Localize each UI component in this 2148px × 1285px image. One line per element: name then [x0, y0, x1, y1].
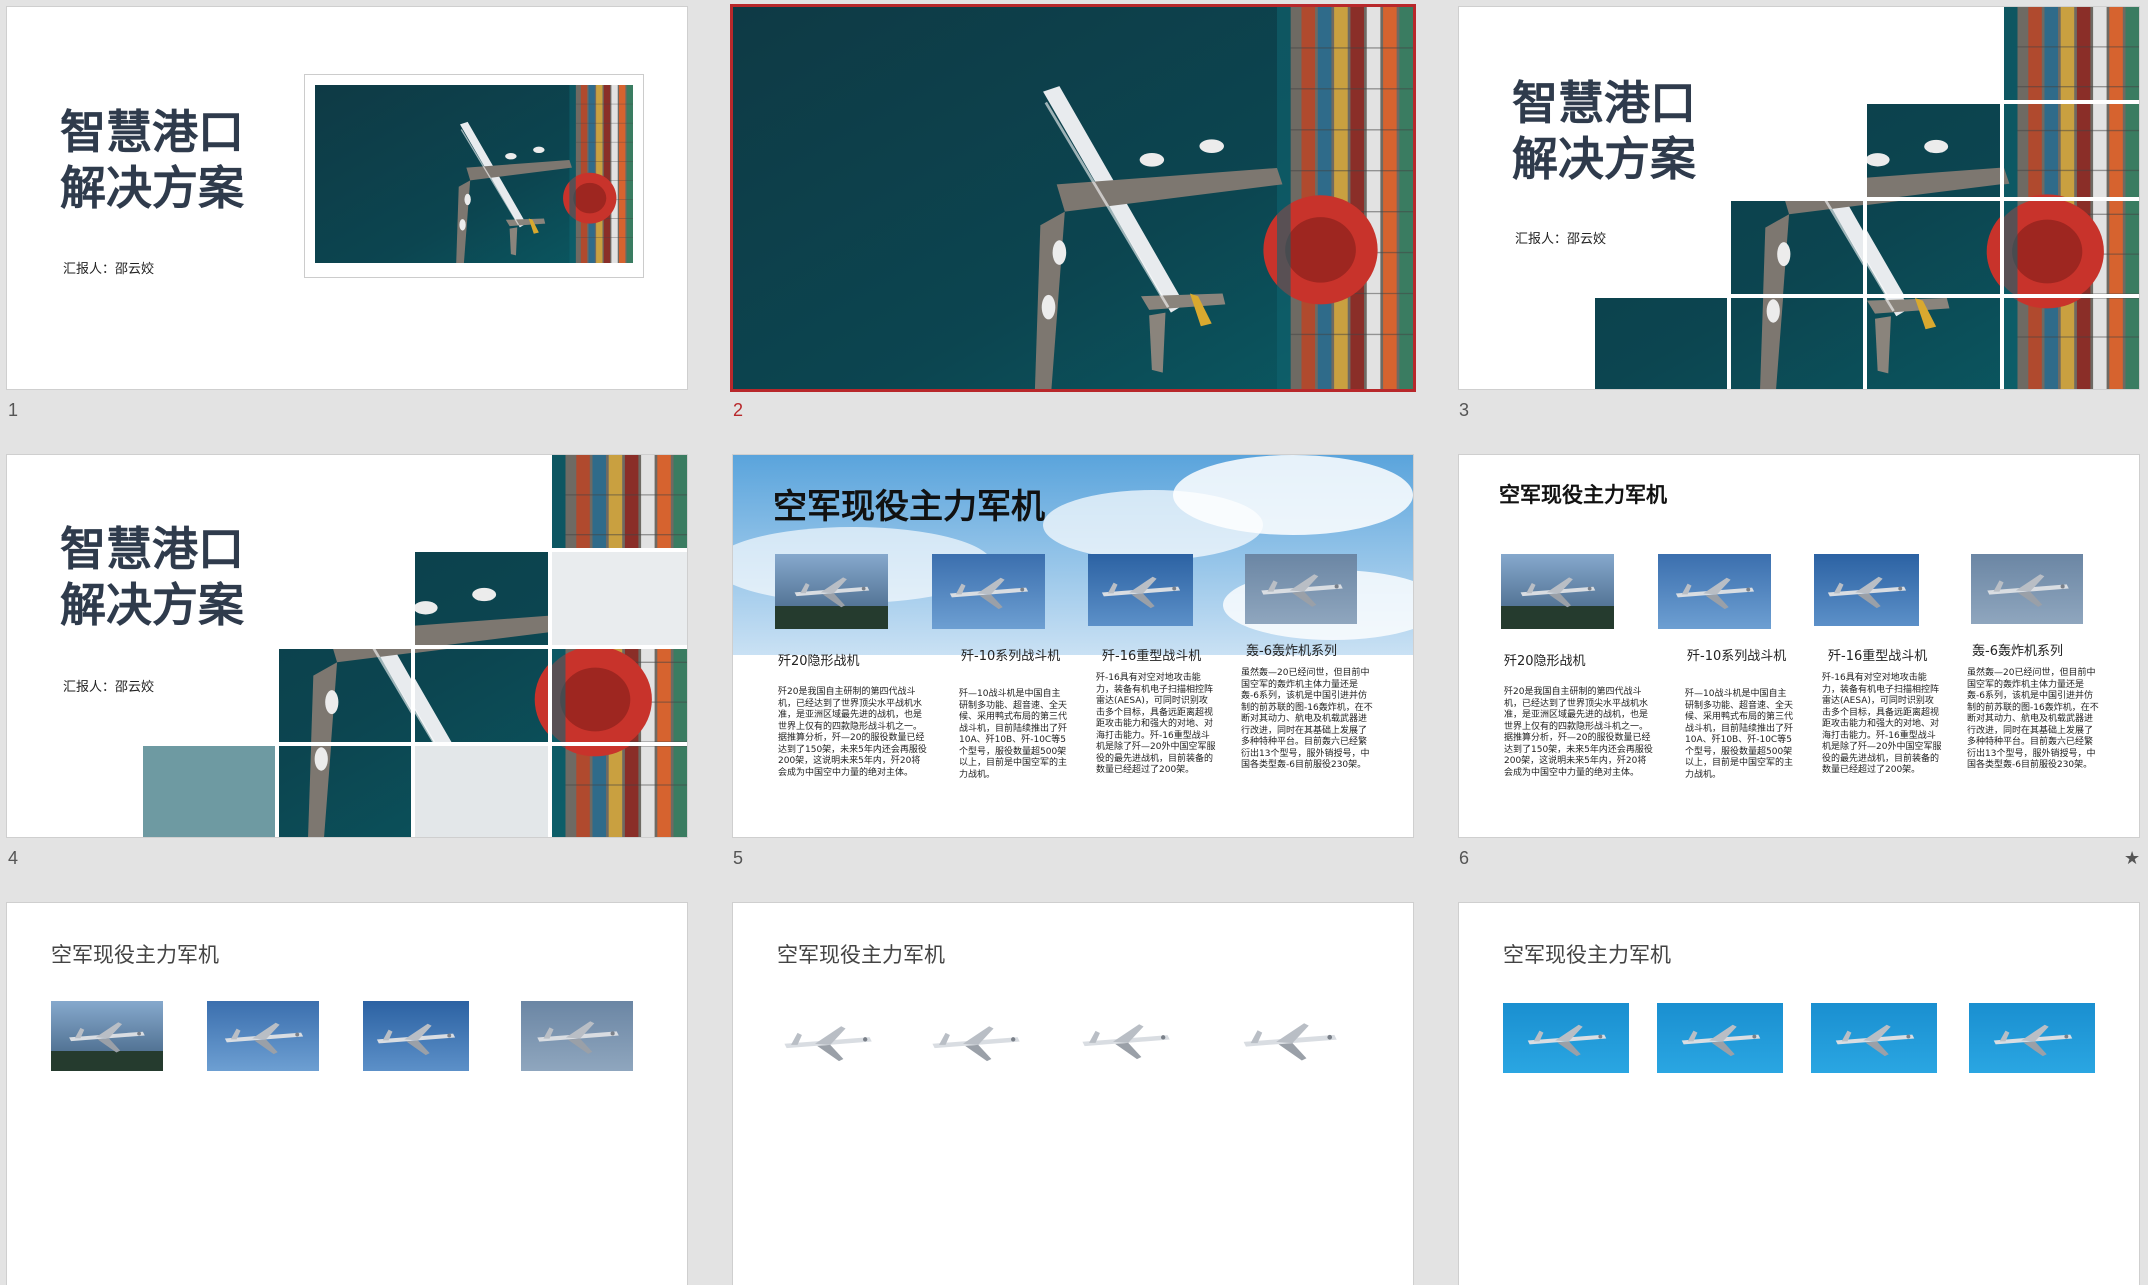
reporter-label: 汇报人：邵云姣	[63, 680, 155, 695]
slide-number: 2	[733, 400, 744, 420]
slide-thumbnail-5[interactable]: 空军现役主力军机 歼20隐形战机 歼-10系列战斗机 歼-16重型战斗机 轰-6…	[733, 455, 1413, 837]
photo-tile	[2004, 201, 2139, 294]
photo-tile	[415, 649, 548, 742]
photo-tile-faded	[552, 552, 687, 645]
slide-number: 6	[1459, 848, 1470, 868]
aircraft-photo	[1811, 1003, 1937, 1073]
aircraft-description: 歼—10战斗机是中国自主研制多功能、超音速、全天候、采用鸭式布局的第三代战斗机，…	[959, 689, 1068, 780]
photo-tile-faded	[143, 746, 275, 837]
aircraft-photo	[51, 1001, 163, 1071]
aircraft-photo	[932, 554, 1045, 629]
aircraft-description: 歼-16具有对空对地攻击能力，装备有机电子扫描相控阵雷达(AESA)，可同时识别…	[1822, 673, 1942, 776]
aircraft-description: 歼—10战斗机是中国自主研制多功能、超音速、全天候、采用鸭式布局的第三代战斗机，…	[1685, 689, 1794, 780]
aircraft-name: 轰-6轰炸机系列	[1246, 644, 1337, 659]
aircraft-photo	[1969, 1003, 2095, 1073]
aircraft-photo	[1501, 554, 1614, 629]
reporter-label: 汇报人：邵云姣	[63, 262, 155, 277]
aircraft-photo	[1503, 1003, 1629, 1073]
photo-tile	[552, 455, 687, 548]
photo-tile	[2004, 104, 2139, 197]
slide-number: 4	[8, 848, 19, 868]
aircraft-name: 歼-16重型战斗机	[1828, 649, 1928, 664]
aircraft-description: 歼20是我国自主研制的第四代战斗机，已经达到了世界顶尖水平战机水准，是亚洲区域最…	[1504, 687, 1653, 778]
slide-heading: 空军现役主力军机	[773, 487, 1045, 527]
aircraft-cutout	[1082, 1024, 1170, 1060]
slide-thumbnail-6[interactable]: 空军现役主力军机 歼20隐形战机 歼-10系列战斗机 歼-16重型战斗机 轰-6…	[1459, 455, 2139, 837]
aircraft-photo	[1657, 1003, 1783, 1073]
aircraft-description: 虽然轰—20已经问世，但目前中国空军的轰炸机主体力量还是轰-6系列，该机是中国引…	[1967, 668, 2099, 771]
slide-thumbnail-2[interactable]	[733, 7, 1413, 389]
aircraft-description: 歼-16具有对空对地攻击能力，装备有机电子扫描相控阵雷达(AESA)，可同时识别…	[1096, 673, 1216, 776]
aircraft-name: 歼-16重型战斗机	[1102, 649, 1202, 664]
photo-tile	[1731, 201, 1863, 294]
photo-tile	[279, 649, 411, 742]
photo-tile	[552, 649, 687, 742]
slide-title: 智慧港口 解决方案	[60, 105, 244, 216]
slide-heading: 空军现役主力军机	[777, 943, 945, 967]
aircraft-name: 歼20隐形战机	[778, 654, 860, 669]
photo-tile	[2004, 7, 2139, 100]
slide-title: 智慧港口 解决方案	[1512, 76, 1696, 187]
airplane-port-photo	[733, 7, 1413, 389]
aircraft-name: 轰-6轰炸机系列	[1972, 644, 2063, 659]
photo-tile	[1595, 298, 1727, 389]
aircraft-name: 歼-10系列战斗机	[961, 649, 1061, 664]
photo-tile	[415, 552, 548, 645]
slide-heading: 空军现役主力军机	[51, 943, 219, 967]
slide-heading: 空军现役主力军机	[1499, 483, 1667, 507]
aircraft-cutout	[784, 1026, 872, 1062]
aircraft-photo	[1814, 554, 1919, 626]
aircraft-name: 歼-10系列战斗机	[1687, 649, 1787, 664]
photo-tile	[1867, 201, 2000, 294]
aircraft-photo	[363, 1001, 469, 1071]
aircraft-description: 歼20是我国自主研制的第四代战斗机，已经达到了世界顶尖水平战机水准，是亚洲区域最…	[778, 687, 927, 778]
aircraft-cutout	[932, 1026, 1020, 1062]
aircraft-photo	[1088, 554, 1193, 626]
reporter-label: 汇报人：邵云姣	[1515, 232, 1607, 247]
slide-number: 5	[733, 848, 744, 868]
slide-heading: 空军现役主力军机	[1503, 943, 1671, 967]
photo-tile	[279, 746, 411, 837]
aircraft-photo	[521, 1001, 633, 1071]
slide-thumbnail-7[interactable]: 空军现役主力军机	[7, 903, 687, 1285]
aircraft-name: 歼20隐形战机	[1504, 654, 1586, 669]
photo-tile	[1731, 298, 1863, 389]
slide-thumbnail-1[interactable]: 智慧港口 解决方案 汇报人：邵云姣	[7, 7, 687, 389]
airplane-port-photo	[315, 85, 633, 263]
photo-tile-faded	[415, 746, 548, 837]
aircraft-cutout	[1243, 1023, 1337, 1061]
slide-thumbnail-8[interactable]: 空军现役主力军机	[733, 903, 1413, 1285]
slide-thumbnail-9[interactable]: 空军现役主力军机	[1459, 903, 2139, 1285]
aircraft-photo	[775, 554, 888, 629]
animation-star-icon: ★	[2124, 848, 2141, 869]
slide-title: 智慧港口 解决方案	[60, 522, 244, 633]
aircraft-photo	[1971, 554, 2083, 624]
aircraft-description: 虽然轰—20已经问世，但目前中国空军的轰炸机主体力量还是轰-6系列，该机是中国引…	[1241, 668, 1373, 771]
slide-number: 3	[1459, 400, 1470, 420]
cover-photo-frame	[305, 75, 643, 277]
slide-thumbnail-4[interactable]: 智慧港口 解决方案 汇报人：邵云姣	[7, 455, 687, 837]
aircraft-photo	[207, 1001, 319, 1071]
photo-tile	[1867, 104, 2000, 197]
photo-tile	[1867, 298, 2000, 389]
photo-tile	[2004, 298, 2139, 389]
aircraft-photo	[1245, 554, 1357, 624]
slide-thumbnail-3[interactable]: 智慧港口 解决方案 汇报人：邵云姣	[1459, 7, 2139, 389]
aircraft-photo	[1658, 554, 1771, 629]
photo-tile	[552, 746, 687, 837]
slide-number: 1	[8, 400, 19, 420]
